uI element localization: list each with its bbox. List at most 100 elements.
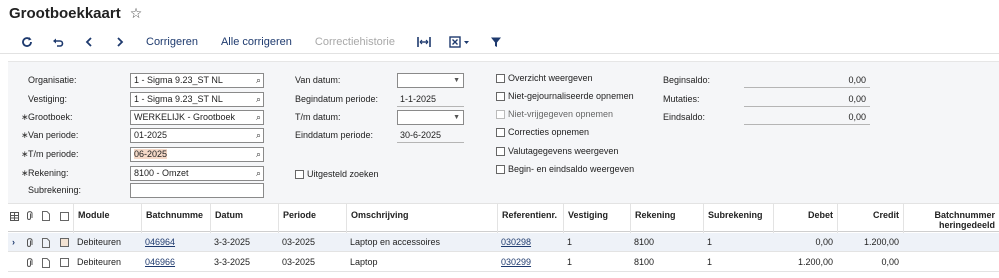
row-checkbox[interactable] (60, 238, 69, 247)
grootboek-field[interactable]: WERKELIJK - Grootboek ⌕ (130, 110, 264, 125)
rekening-label: Rekening: (21, 168, 68, 179)
cell-module: Debiteuren (77, 257, 122, 267)
search-icon[interactable]: ⌕ (256, 129, 261, 142)
cell-subrekening: 1 (707, 237, 713, 247)
select-all-checkbox[interactable] (60, 212, 69, 221)
van-datum-label: Van datum: (295, 75, 341, 85)
checkbox-begin-eindsaldo[interactable] (496, 165, 505, 174)
checkbox-overzicht[interactable] (496, 74, 505, 83)
undo-icon[interactable] (47, 32, 69, 52)
cell-datum: 3-3-2025 (214, 237, 251, 247)
eindsaldo-value: 0,00 (744, 111, 870, 125)
cell-debet: 1.200,00 (797, 257, 833, 267)
uitgesteld-label: Uitgesteld zoeken (307, 169, 379, 179)
batchnummer-link[interactable]: 046966 (145, 257, 175, 267)
column-header-vestiging[interactable]: Vestiging (563, 204, 630, 233)
referentienr-link[interactable]: 030298 (501, 237, 531, 247)
tm-datum-field[interactable]: ▼ (397, 110, 464, 125)
corrigeren-button[interactable]: Corrigeren (146, 36, 198, 48)
tm-datum-label: T/m datum: (295, 112, 341, 122)
van-datum-field[interactable]: ▼ (397, 73, 464, 88)
cell-omschrijving: Laptop en accessoires (350, 237, 441, 247)
attachment-icon[interactable] (25, 258, 33, 270)
van-periode-field[interactable]: 01-2025 ⌕ (130, 128, 264, 143)
cell-vestiging: 1 (567, 257, 573, 267)
search-icon[interactable]: ⌕ (256, 111, 261, 124)
tm-periode-field[interactable]: 06-2025 ⌕ (130, 147, 264, 162)
document-icon (42, 211, 50, 223)
cell-batchnummer[interactable]: 046966 (141, 253, 210, 272)
checkbox-niet-vrijgegeven[interactable] (496, 110, 505, 119)
organisatie-field[interactable]: 1 - Sigma 9.23_ST NL ⌕ (130, 73, 264, 88)
cell-rekening: 8100 (634, 257, 655, 267)
star-icon[interactable]: ☆ (130, 5, 143, 22)
correctiehistorie-button[interactable]: Correctiehistorie (315, 36, 395, 48)
search-icon[interactable]: ⌕ (256, 74, 261, 87)
mutaties-value: 0,00 (744, 93, 870, 107)
filter-icon[interactable] (484, 32, 508, 52)
search-icon[interactable]: ⌕ (256, 148, 261, 161)
table-row[interactable]: Debiteuren 046966 3-3-2025 03-2025 Lapto… (8, 253, 999, 272)
title-bar: Grootboekkaart ☆ (0, 0, 999, 26)
search-icon[interactable]: ⌕ (256, 167, 261, 180)
column-settings-icon[interactable] (10, 212, 19, 223)
column-header-batchnummer-heringedeeld[interactable]: Batchnummer heringedeeld (903, 204, 999, 233)
cell-periode: 03-2025 (282, 257, 316, 267)
checkbox-label: Valutagegevens weergeven (508, 146, 619, 156)
cell-rekening: 8100 (634, 237, 655, 247)
page-title: Grootboekkaart (9, 4, 121, 22)
excel-export-icon[interactable] (446, 32, 474, 52)
column-header-debet[interactable]: Debet (773, 204, 837, 233)
column-header-subrekening[interactable]: Subrekening (703, 204, 773, 233)
fit-columns-icon[interactable] (412, 32, 436, 52)
alle-corrigeren-button[interactable]: Alle corrigeren (221, 36, 292, 48)
cell-referentienr[interactable]: 030298 (497, 233, 563, 252)
checkbox-niet-gejournaliseerde[interactable] (496, 92, 505, 101)
row-selector-icon: › (12, 237, 15, 247)
subrekening-label: Subrekening: (28, 185, 82, 195)
vestiging-field[interactable]: 1 - Sigma 9.23_ST NL ⌕ (130, 92, 264, 107)
cell-batchnummer[interactable]: 046964 (141, 233, 210, 252)
cell-credit: 1.200,00 (863, 237, 899, 247)
cell-vestiging: 1 (567, 237, 573, 247)
column-header-module[interactable]: Module (73, 204, 141, 233)
table-row[interactable]: › Debiteuren 046964 3-3-2025 03-2025 Lap… (8, 233, 999, 252)
column-header-credit[interactable]: Credit (837, 204, 903, 233)
search-icon[interactable]: ⌕ (256, 93, 261, 106)
cell-debet: 0,00 (815, 237, 833, 247)
column-header-referentienr[interactable]: Referentienr. (497, 204, 563, 233)
beginsaldo-label: Beginsaldo: (663, 75, 711, 85)
cell-credit: 0,00 (881, 257, 899, 267)
previous-icon[interactable] (78, 32, 100, 52)
row-checkbox[interactable] (60, 258, 69, 267)
cell-omschrijving: Laptop (350, 257, 378, 267)
header-line: heringedeeld (938, 220, 995, 230)
document-icon[interactable] (42, 258, 50, 270)
chevron-down-icon[interactable]: ▼ (453, 74, 460, 87)
batchnummer-link[interactable]: 046964 (145, 237, 175, 247)
column-header-periode[interactable]: Periode (278, 204, 346, 233)
refresh-icon[interactable] (16, 32, 38, 52)
column-header-omschrijving[interactable]: Omschrijving (346, 204, 497, 233)
subrekening-field[interactable] (130, 183, 264, 198)
column-header-datum[interactable]: Datum (210, 204, 278, 233)
column-header-rekening[interactable]: Rekening (630, 204, 703, 233)
checkbox-correcties[interactable] (496, 128, 505, 137)
referentienr-link[interactable]: 030299 (501, 257, 531, 267)
chevron-down-icon[interactable]: ▼ (453, 111, 460, 124)
eindsaldo-label: Eindsaldo: (663, 112, 706, 122)
column-header-batchnummer[interactable]: Batchnumme (141, 204, 210, 233)
mutaties-label: Mutaties: (663, 94, 700, 104)
cell-subrekening: 1 (707, 257, 713, 267)
begindatum-value: 1-1-2025 (397, 93, 464, 107)
document-icon[interactable] (42, 238, 50, 250)
checkbox-valutagegevens[interactable] (496, 147, 505, 156)
uitgesteld-checkbox[interactable] (295, 170, 304, 179)
cell-referentienr[interactable]: 030299 (497, 253, 563, 272)
results-grid: Module Batchnumme Datum Periode Omschrij… (8, 203, 999, 278)
next-icon[interactable] (109, 32, 131, 52)
rekening-field[interactable]: 8100 - Omzet ⌕ (130, 166, 264, 181)
vestiging-label: Vestiging: (28, 94, 68, 104)
einddatum-label: Einddatum periode: (295, 130, 374, 140)
attachment-icon[interactable] (25, 238, 33, 250)
